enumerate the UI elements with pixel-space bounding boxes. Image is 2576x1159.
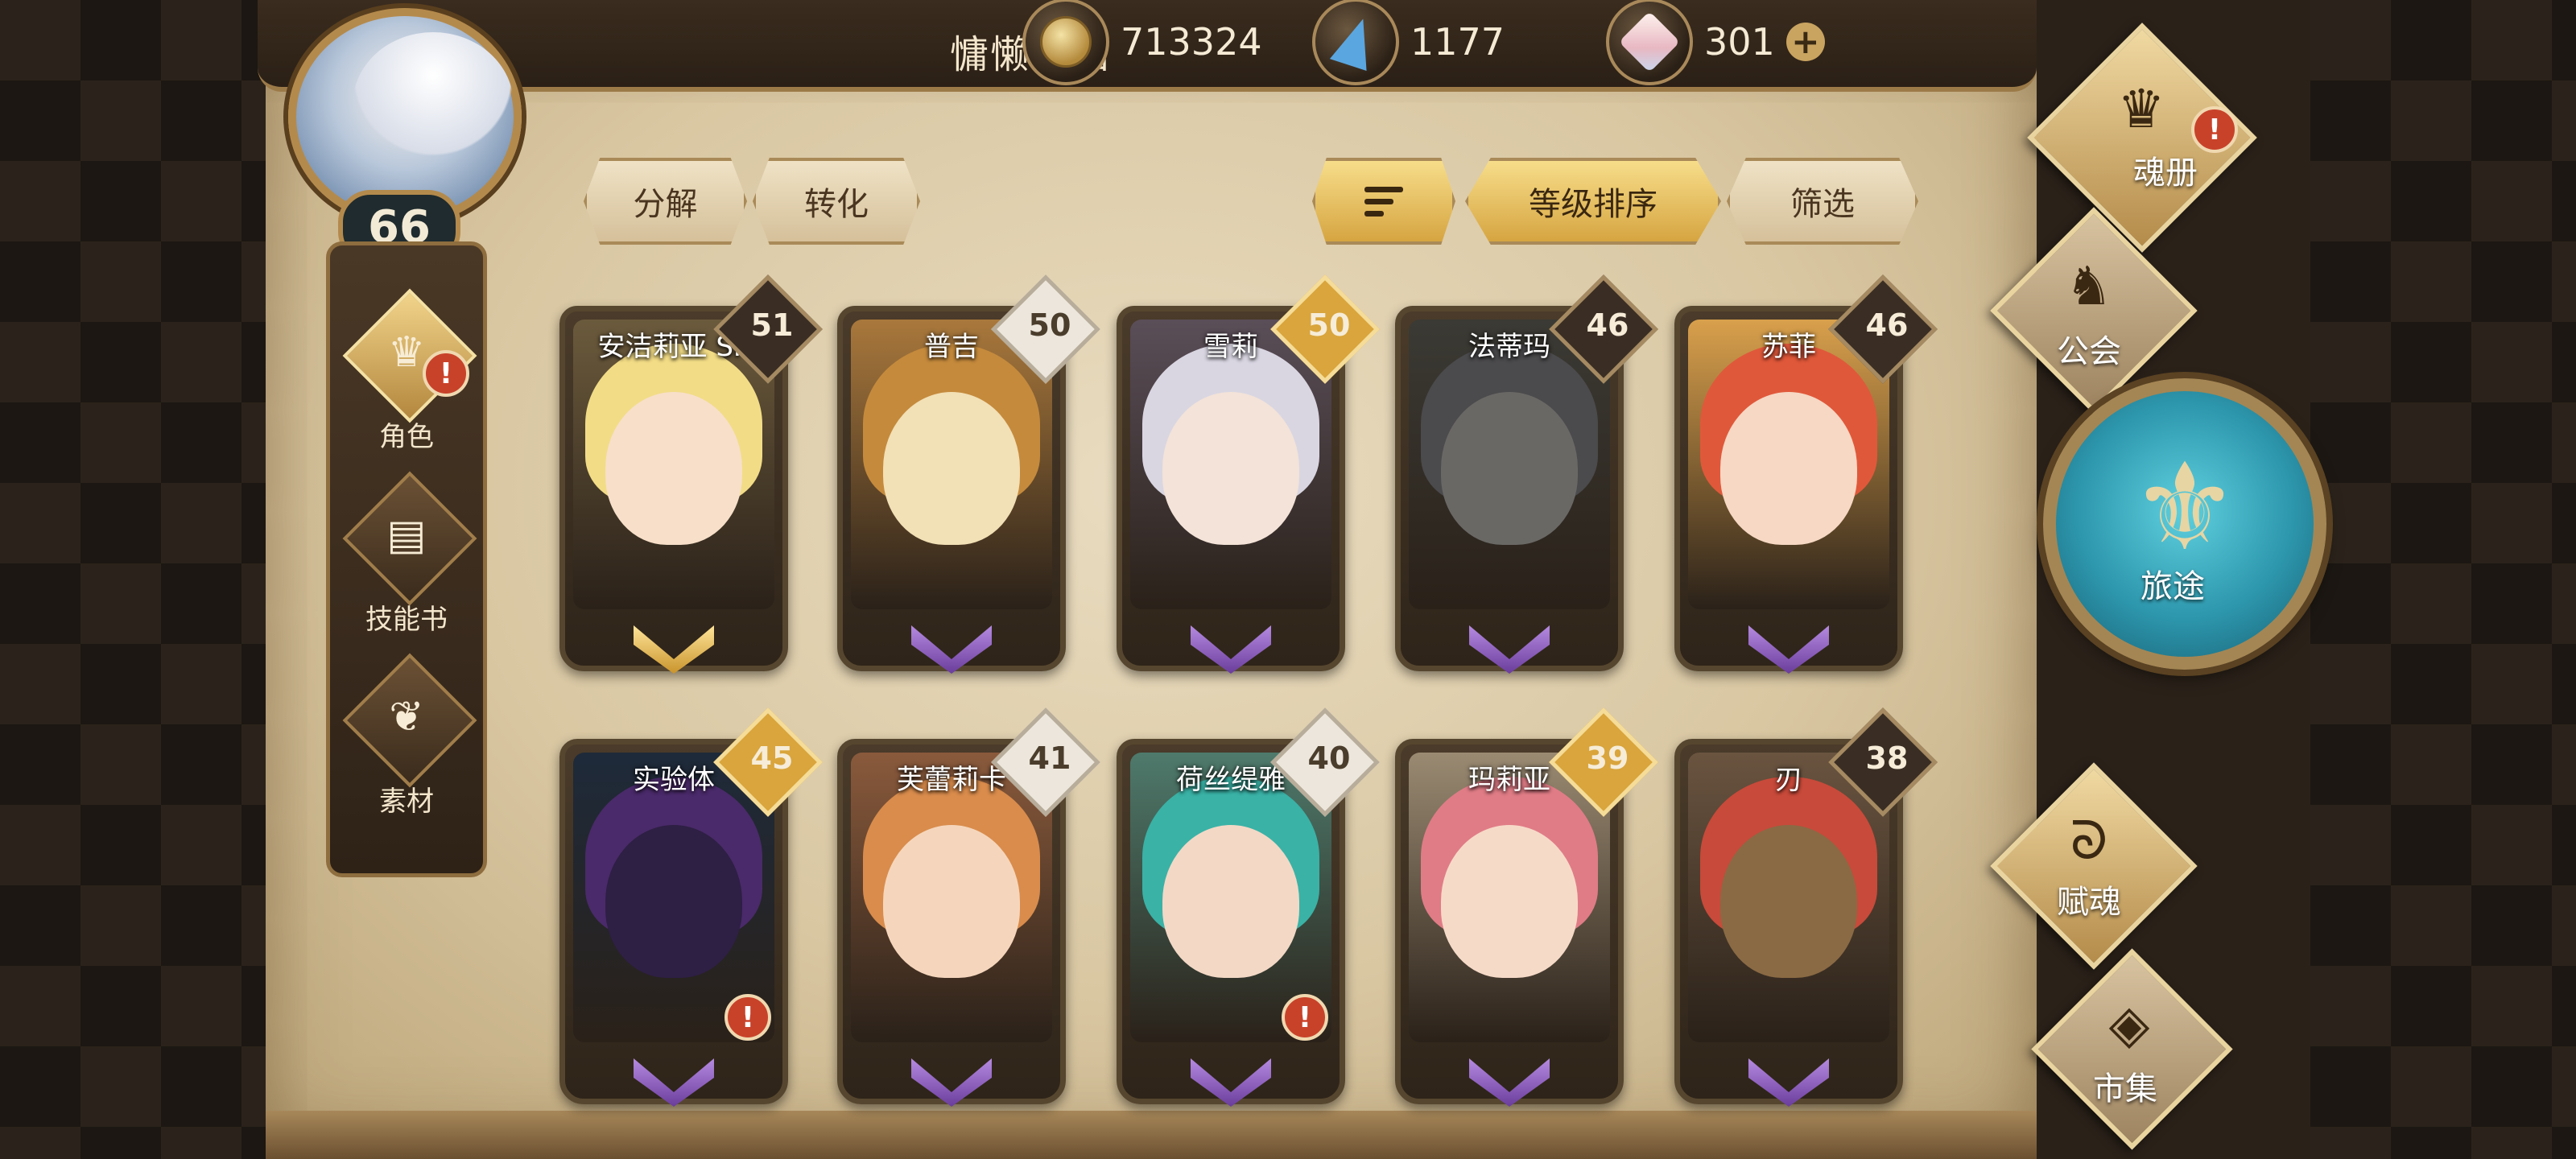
soulbook-alert-badge: ! [2191,106,2238,153]
rank-chevron-icon [1191,625,1271,674]
character-level: 45 [750,740,794,776]
character-card[interactable]: 苏菲 46 [1674,274,1938,674]
material-icon: ❦ [389,693,424,741]
guild-label: 公会 [2057,333,2121,370]
market-label: 市集 [2093,1070,2157,1107]
guild-dragon-icon: ♞ [2065,254,2113,317]
gold-coin-icon [1022,0,1109,85]
gem-value: 1177 [1410,20,1505,64]
soulbook-label: 魂册 [2133,155,2198,192]
rank-chevron-icon [1469,1058,1550,1107]
character-card[interactable]: 法蒂玛 46 [1395,274,1658,674]
nav-label-material: 素材 [379,786,434,818]
character-card[interactable]: 玛莉亚 39 [1395,707,1658,1107]
crystal-resource[interactable]: 301 + [1606,0,1825,85]
character-level: 50 [1307,307,1351,343]
character-card[interactable]: 安洁莉亚 SP 51 [559,274,823,674]
crystal-value: 301 [1704,20,1775,64]
card-alert-badge: ! [724,994,771,1041]
rank-chevron-icon [1748,1058,1829,1107]
rank-chevron-icon [911,625,992,674]
character-alert-badge: ! [423,350,469,397]
character-level: 50 [1028,307,1071,343]
sort-list-icon [1364,186,1403,217]
talent-label: 赋魂 [2057,884,2121,921]
nav-item-material[interactable]: ❦ 素材 [330,653,483,819]
character-level: 51 [750,307,794,343]
rank-chevron-icon [1469,625,1550,674]
journey-button[interactable]: ⚜ 旅途 [2043,378,2326,670]
nav-item-character[interactable]: ♛ 角色 ! [330,288,483,455]
journey-emblem-icon: ⚜ [2130,438,2240,578]
book-icon: ▤ [386,511,427,559]
character-level: 40 [1307,740,1351,776]
gold-resource[interactable]: 713324 [1022,0,1262,85]
transform-button[interactable]: 转化 [753,158,920,245]
rank-chevron-icon [1748,625,1829,674]
character-level: 41 [1028,740,1071,776]
gem-resource[interactable]: 1177 [1312,0,1505,85]
character-level: 39 [1586,740,1629,776]
character-card[interactable]: 雪莉 50 [1117,274,1380,674]
parchment-bottom-edge [266,1111,2037,1159]
character-level: 38 [1865,740,1909,776]
nav-label-character: 角色 [379,421,434,453]
card-alert-badge: ! [1282,994,1328,1041]
rank-chevron-icon [634,625,714,674]
rank-chevron-icon [1191,1058,1271,1107]
filter-button[interactable]: 筛选 [1727,158,1918,245]
left-nav: ♛ 角色 ! ▤ 技能书 ❦ 素材 [326,241,487,877]
character-card[interactable]: 刃 38 [1674,707,1938,1107]
sort-order-button[interactable] [1312,158,1455,245]
right-border-pattern [2310,0,2576,1159]
character-card[interactable]: 荷丝缇雅 40! [1117,707,1380,1107]
blue-gem-icon [1312,0,1399,85]
soulbook-helmet-icon: ♛ [2117,77,2165,140]
crystal-icon [1606,0,1693,85]
character-card[interactable]: 普吉 50 [837,274,1100,674]
rank-chevron-icon [911,1058,992,1107]
left-border-pattern [0,0,266,1159]
character-level: 46 [1586,307,1629,343]
market-gem-icon: ◈ [2108,992,2150,1055]
nav-item-skillbook[interactable]: ▤ 技能书 [330,471,483,637]
character-level: 46 [1865,307,1909,343]
journey-label: 旅途 [2140,568,2205,605]
decompose-button[interactable]: 分解 [584,158,747,245]
character-card[interactable]: 芙蕾莉卡 41 [837,707,1100,1107]
add-crystal-button[interactable]: + [1785,23,1825,61]
character-card[interactable]: 实验体 45! [559,707,823,1107]
talent-flame-icon: ᘐ [2070,809,2108,872]
gold-value: 713324 [1121,20,1262,64]
nav-label-skillbook: 技能书 [365,604,448,636]
level-sort-button[interactable]: 等级排序 [1465,158,1721,245]
rank-chevron-icon [634,1058,714,1107]
